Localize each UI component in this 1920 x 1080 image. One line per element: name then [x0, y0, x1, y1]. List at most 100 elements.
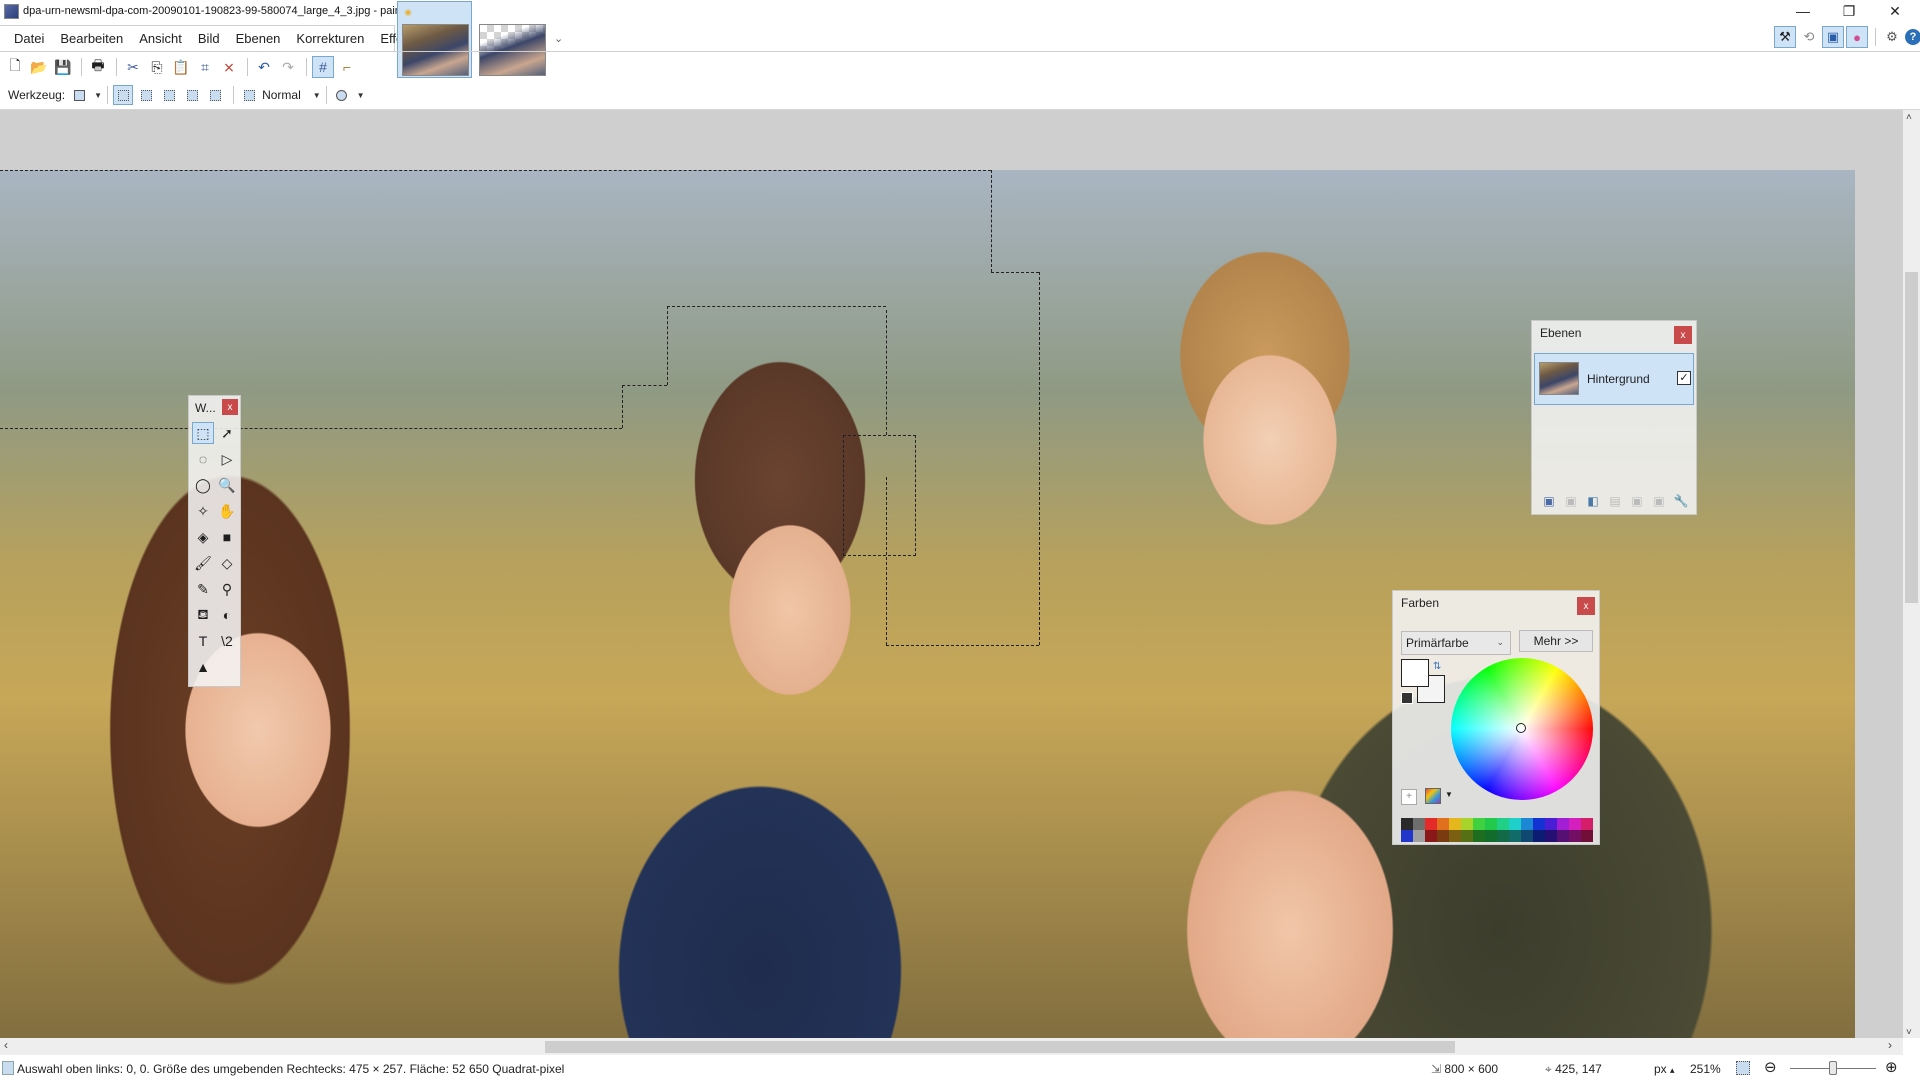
history-window-icon[interactable]: ⟲: [1798, 26, 1820, 48]
zoom-to-window-icon[interactable]: [1736, 1061, 1750, 1075]
text-tool[interactable]: T: [192, 630, 214, 652]
menu-ansicht[interactable]: Ansicht: [131, 26, 190, 52]
layers-window-close-button[interactable]: x: [1674, 326, 1692, 344]
primary-color-swatch[interactable]: [1401, 659, 1429, 687]
swap-colors-icon[interactable]: ⇅: [1433, 661, 1441, 672]
open-icon[interactable]: 📂: [28, 56, 50, 78]
tab-list-dropdown-icon[interactable]: ⌄: [554, 32, 563, 45]
move-selected-pixels-tool[interactable]: ➚: [216, 422, 238, 444]
selection-mode-xor[interactable]: [205, 85, 225, 105]
zoom-out-icon[interactable]: ⊖: [1764, 1058, 1777, 1076]
palette-swatch[interactable]: [1533, 818, 1545, 830]
layer-item[interactable]: Hintergrund ✓: [1534, 353, 1694, 405]
palette-swatch[interactable]: [1425, 830, 1437, 842]
palette-swatch[interactable]: [1545, 830, 1557, 842]
palette-swatch[interactable]: [1401, 818, 1413, 830]
palette-swatch[interactable]: [1581, 818, 1593, 830]
add-to-palette-icon[interactable]: +: [1401, 789, 1417, 805]
eraser-tool[interactable]: ◇: [216, 552, 238, 574]
layers-window-icon[interactable]: ▣: [1822, 26, 1844, 48]
zoom-level[interactable]: 251%: [1690, 1062, 1721, 1076]
palette-swatch[interactable]: [1449, 830, 1461, 842]
palette-swatch[interactable]: [1401, 830, 1413, 842]
line-curve-tool[interactable]: \2: [216, 630, 238, 652]
horizontal-scroll-thumb[interactable]: [545, 1041, 1455, 1053]
palette-swatch[interactable]: [1569, 830, 1581, 842]
workspace[interactable]: [0, 110, 1903, 1038]
layer-properties-icon[interactable]: 🔧: [1670, 491, 1692, 511]
menu-datei[interactable]: Datei: [6, 26, 52, 52]
palette-swatch[interactable]: [1437, 830, 1449, 842]
blend-mode-select[interactable]: Normal: [262, 88, 301, 102]
paste-icon[interactable]: 📋: [170, 56, 192, 78]
zoom-slider-thumb[interactable]: [1829, 1061, 1837, 1075]
palette-swatch[interactable]: [1533, 830, 1545, 842]
palette-swatch[interactable]: [1497, 818, 1509, 830]
menu-ebenen[interactable]: Ebenen: [228, 26, 289, 52]
palette-swatch[interactable]: [1557, 830, 1569, 842]
color-mode-select[interactable]: Primärfarbe ⌄: [1401, 631, 1511, 655]
colors-window-close-button[interactable]: x: [1577, 597, 1595, 615]
tools-window-close-button[interactable]: x: [222, 399, 238, 415]
paintbrush-tool[interactable]: 🖌: [192, 552, 214, 574]
duplicate-layer-icon[interactable]: ◧: [1582, 491, 1604, 511]
tool-selector[interactable]: [69, 85, 89, 105]
move-layer-up-icon[interactable]: ▣: [1626, 491, 1648, 511]
palette-swatch[interactable]: [1473, 830, 1485, 842]
selection-mode-replace[interactable]: [113, 85, 134, 105]
palette-swatch[interactable]: [1509, 818, 1521, 830]
shapes-tool[interactable]: ▲: [192, 656, 214, 678]
color-wheel[interactable]: [1451, 658, 1593, 800]
palette-dropdown-icon[interactable]: ▼: [1445, 790, 1453, 799]
grid-icon[interactable]: #: [312, 56, 334, 78]
restore-button[interactable]: ❐: [1826, 0, 1872, 22]
palette-swatch[interactable]: [1569, 818, 1581, 830]
palette-swatch[interactable]: [1557, 818, 1569, 830]
palette-swatch[interactable]: [1413, 818, 1425, 830]
save-icon[interactable]: 💾: [52, 56, 74, 78]
image-tab-2[interactable]: [474, 1, 549, 78]
merge-layer-icon[interactable]: ▤: [1604, 491, 1626, 511]
paint-bucket-tool[interactable]: ◈: [192, 526, 214, 548]
reset-colors-icon[interactable]: [1401, 692, 1413, 704]
zoom-tool[interactable]: 🔍: [216, 474, 238, 496]
scroll-left-icon[interactable]: ‹: [4, 1038, 8, 1052]
tools-window-icon[interactable]: ⚒: [1774, 26, 1796, 48]
scroll-up-icon[interactable]: ˄: [1906, 112, 1912, 123]
recolor-tool[interactable]: ◐: [216, 604, 238, 626]
menu-bild[interactable]: Bild: [190, 26, 228, 52]
magic-wand-tool[interactable]: ✧: [192, 500, 214, 522]
palette-swatch[interactable]: [1461, 830, 1473, 842]
help-icon[interactable]: ?: [1905, 29, 1920, 45]
lasso-select-tool[interactable]: ◌: [192, 448, 214, 470]
palette-swatch[interactable]: [1473, 818, 1485, 830]
palette-swatch[interactable]: [1509, 830, 1521, 842]
selection-mode-union[interactable]: [136, 85, 156, 105]
add-layer-icon[interactable]: ▣: [1538, 491, 1560, 511]
palette-menu-icon[interactable]: [1425, 788, 1441, 804]
blend-mode-dropdown-icon[interactable]: ▼: [313, 91, 321, 100]
menu-bearbeiten[interactable]: Bearbeiten: [52, 26, 131, 52]
deselect-icon[interactable]: ⨯: [218, 56, 240, 78]
close-button[interactable]: ✕: [1872, 0, 1918, 22]
selection-quality-icon[interactable]: [239, 85, 259, 105]
scroll-right-icon[interactable]: ›: [1888, 1038, 1892, 1052]
menu-korrekturen[interactable]: Korrekturen: [288, 26, 372, 52]
palette-swatch[interactable]: [1437, 818, 1449, 830]
more-button[interactable]: Mehr >>: [1519, 630, 1593, 652]
palette-swatch[interactable]: [1497, 830, 1509, 842]
palette-swatch[interactable]: [1581, 830, 1593, 842]
palette-swatch[interactable]: [1521, 830, 1533, 842]
layer-visibility-checkbox[interactable]: ✓: [1677, 371, 1691, 385]
vertical-scrollbar[interactable]: ˄ ˅: [1903, 110, 1920, 1038]
vertical-scroll-thumb[interactable]: [1905, 272, 1918, 603]
redo-icon[interactable]: ↷: [277, 56, 299, 78]
selection-mode-exclude[interactable]: [159, 85, 179, 105]
colors-window-icon[interactable]: ●: [1846, 26, 1868, 48]
crop-icon[interactable]: ⌗: [194, 56, 216, 78]
clone-stamp-tool[interactable]: ⛾: [192, 604, 214, 626]
minimize-button[interactable]: —: [1780, 0, 1826, 22]
antialias-dropdown-icon[interactable]: ▼: [357, 91, 365, 100]
move-selection-tool[interactable]: ▷: [216, 448, 238, 470]
image-tab-1[interactable]: ✷: [397, 1, 472, 78]
